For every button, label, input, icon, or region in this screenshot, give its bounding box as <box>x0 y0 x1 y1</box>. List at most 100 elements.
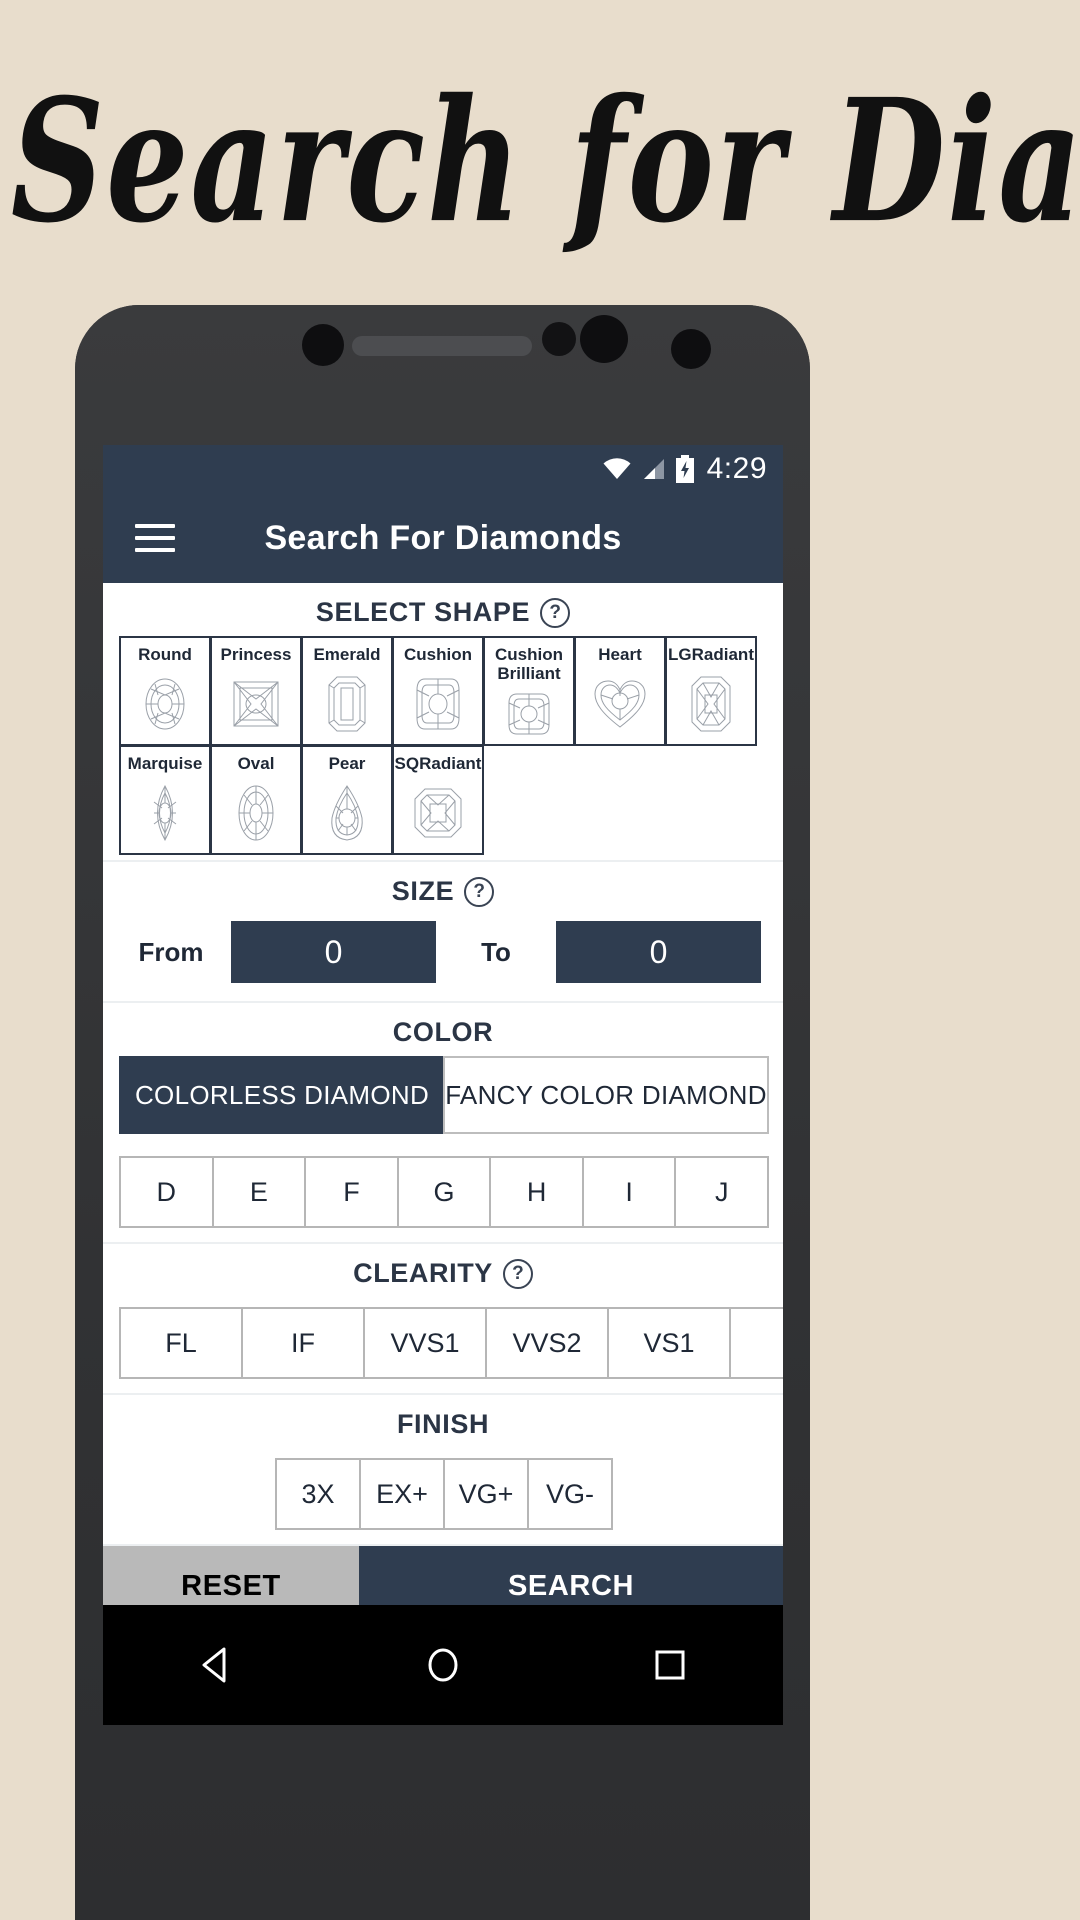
battery-charging-icon <box>675 455 694 483</box>
color-grade-d[interactable]: D <box>119 1156 214 1228</box>
clearity-grade-row: FL IF VVS1 VVS2 VS1 <box>103 1297 783 1393</box>
section-select-shape: SELECT SHAPE ? Round Princess Emerald Cu… <box>103 583 783 862</box>
clearity-title: CLEARITY <box>353 1258 493 1288</box>
color-grade-h[interactable]: H <box>489 1156 584 1228</box>
size-to-input[interactable]: 0 <box>556 921 761 983</box>
select-shape-title: SELECT SHAPE <box>315 597 531 627</box>
front-camera-icon <box>302 324 344 366</box>
color-type-tabs: COLORLESS DIAMOND FANCY COLOR DIAMOND <box>103 1056 783 1146</box>
shape-label: Marquise <box>127 754 203 773</box>
oval-diamond-icon <box>212 773 300 853</box>
secondary-camera-icon <box>671 329 711 369</box>
shape-option-emerald[interactable]: Emerald <box>301 636 393 746</box>
finish-grade-exp[interactable]: EX+ <box>359 1458 445 1530</box>
shape-option-round[interactable]: Round <box>119 636 211 746</box>
lgradiant-diamond-icon <box>667 664 755 744</box>
shape-label: Princess <box>220 645 292 664</box>
shape-label: Heart <box>598 645 642 664</box>
back-triangle-icon[interactable] <box>194 1643 238 1687</box>
shape-option-princess[interactable]: Princess <box>210 636 302 746</box>
color-grade-g[interactable]: G <box>396 1156 492 1228</box>
color-grade-j[interactable]: J <box>674 1156 770 1228</box>
shape-option-oval[interactable]: Oval <box>210 745 302 855</box>
status-time: 4:29 <box>706 452 767 485</box>
marquise-diamond-icon <box>121 773 209 853</box>
clearity-grade-fl[interactable]: FL <box>119 1307 243 1379</box>
reset-button[interactable]: RESET <box>103 1546 359 1605</box>
shape-label: Cushion Brilliant <box>495 645 563 684</box>
help-icon[interactable]: ? <box>540 597 571 628</box>
shape-label: Round <box>138 645 192 664</box>
wifi-icon <box>603 458 631 479</box>
proximity-sensor-icon <box>542 322 576 356</box>
android-nav-bar <box>103 1605 783 1725</box>
action-bar: RESET SEARCH <box>103 1546 783 1605</box>
page-title: Search for Diamond <box>10 62 1080 262</box>
shape-label: LGRadiant <box>668 645 754 664</box>
section-size: SIZE ? From 0 To 0 <box>103 862 783 1003</box>
shape-label: SQRadiant <box>394 754 482 773</box>
hamburger-menu-icon[interactable] <box>135 524 175 552</box>
phone-screen: 4:29 Search For Diamonds SELECT SHAPE ? … <box>103 445 783 1605</box>
shape-label: Emerald <box>313 645 381 664</box>
light-sensor-icon <box>580 315 628 363</box>
shape-option-sqradiant[interactable]: SQRadiant <box>392 745 484 855</box>
size-from-input[interactable]: 0 <box>231 921 436 983</box>
section-finish: FINISH 3X EX+ VG+ VG- <box>103 1395 783 1546</box>
select-shape-header: SELECT SHAPE ? <box>103 583 783 636</box>
pear-diamond-icon <box>303 773 391 853</box>
clearity-header: CLEARITY ? <box>103 1244 783 1297</box>
shape-option-lgradiant[interactable]: LGRadiant <box>665 636 757 746</box>
earpiece-speaker <box>352 336 532 356</box>
finish-title: FINISH <box>396 1409 490 1439</box>
clearity-grade-if[interactable]: IF <box>241 1307 365 1379</box>
app-bar-title: Search For Diamonds <box>264 518 622 557</box>
sqradiant-diamond-icon <box>394 773 482 853</box>
finish-grade-vgm[interactable]: VG- <box>527 1458 613 1530</box>
finish-grade-3x[interactable]: 3X <box>275 1458 361 1530</box>
clearity-grade-overflow[interactable] <box>729 1307 783 1379</box>
app-bar: Search For Diamonds <box>103 493 783 583</box>
shape-label: Pear <box>328 754 366 773</box>
cushion-diamond-icon <box>394 664 482 744</box>
shape-option-cushion-brilliant[interactable]: Cushion Brilliant <box>483 636 575 746</box>
emerald-diamond-icon <box>303 664 391 744</box>
section-clearity: CLEARITY ? FL IF VVS1 VVS2 VS1 <box>103 1244 783 1395</box>
color-title: COLOR <box>392 1017 494 1047</box>
color-grade-f[interactable]: F <box>304 1156 399 1228</box>
princess-diamond-icon <box>212 664 300 744</box>
finish-grade-vgp[interactable]: VG+ <box>443 1458 529 1530</box>
section-color: COLOR COLORLESS DIAMOND FANCY COLOR DIAM… <box>103 1003 783 1244</box>
tab-fancy-color-diamond[interactable]: FANCY COLOR DIAMOND <box>443 1056 769 1134</box>
heart-diamond-icon <box>576 664 664 744</box>
shape-option-marquise[interactable]: Marquise <box>119 745 211 855</box>
shape-option-heart[interactable]: Heart <box>574 636 666 746</box>
home-circle-icon[interactable] <box>421 1643 465 1687</box>
color-header: COLOR <box>103 1003 783 1056</box>
clearity-grade-vs1[interactable]: VS1 <box>607 1307 731 1379</box>
search-button[interactable]: SEARCH <box>359 1546 783 1605</box>
clearity-grade-vvs2[interactable]: VVS2 <box>485 1307 609 1379</box>
banner: Search for Diamond <box>0 77 1080 246</box>
help-icon[interactable]: ? <box>464 876 495 907</box>
tab-colorless-diamond[interactable]: COLORLESS DIAMOND <box>119 1056 445 1134</box>
help-icon[interactable]: ? <box>502 1258 533 1289</box>
phone-mockup: 4:29 Search For Diamonds SELECT SHAPE ? … <box>75 305 810 1920</box>
finish-grade-row: 3X EX+ VG+ VG- <box>103 1448 783 1544</box>
status-bar: 4:29 <box>103 445 783 493</box>
color-grade-i[interactable]: I <box>581 1156 677 1228</box>
shape-option-pear[interactable]: Pear <box>301 745 393 855</box>
shape-option-cushion[interactable]: Cushion <box>392 636 484 746</box>
size-range-row: From 0 To 0 <box>103 915 783 1001</box>
shape-label: Cushion <box>404 645 472 664</box>
cushion-brilliant-diamond-icon <box>485 683 573 744</box>
signal-icon <box>643 459 664 479</box>
shape-grid: Round Princess Emerald Cushion Cushion B… <box>103 636 783 860</box>
color-grade-row: D E F G H I J <box>103 1146 783 1242</box>
size-to-label: To <box>481 936 511 967</box>
color-grade-e[interactable]: E <box>211 1156 307 1228</box>
recents-square-icon[interactable] <box>648 1643 692 1687</box>
round-diamond-icon <box>121 664 209 744</box>
clearity-grade-vvs1[interactable]: VVS1 <box>363 1307 487 1379</box>
size-header: SIZE ? <box>103 862 783 915</box>
